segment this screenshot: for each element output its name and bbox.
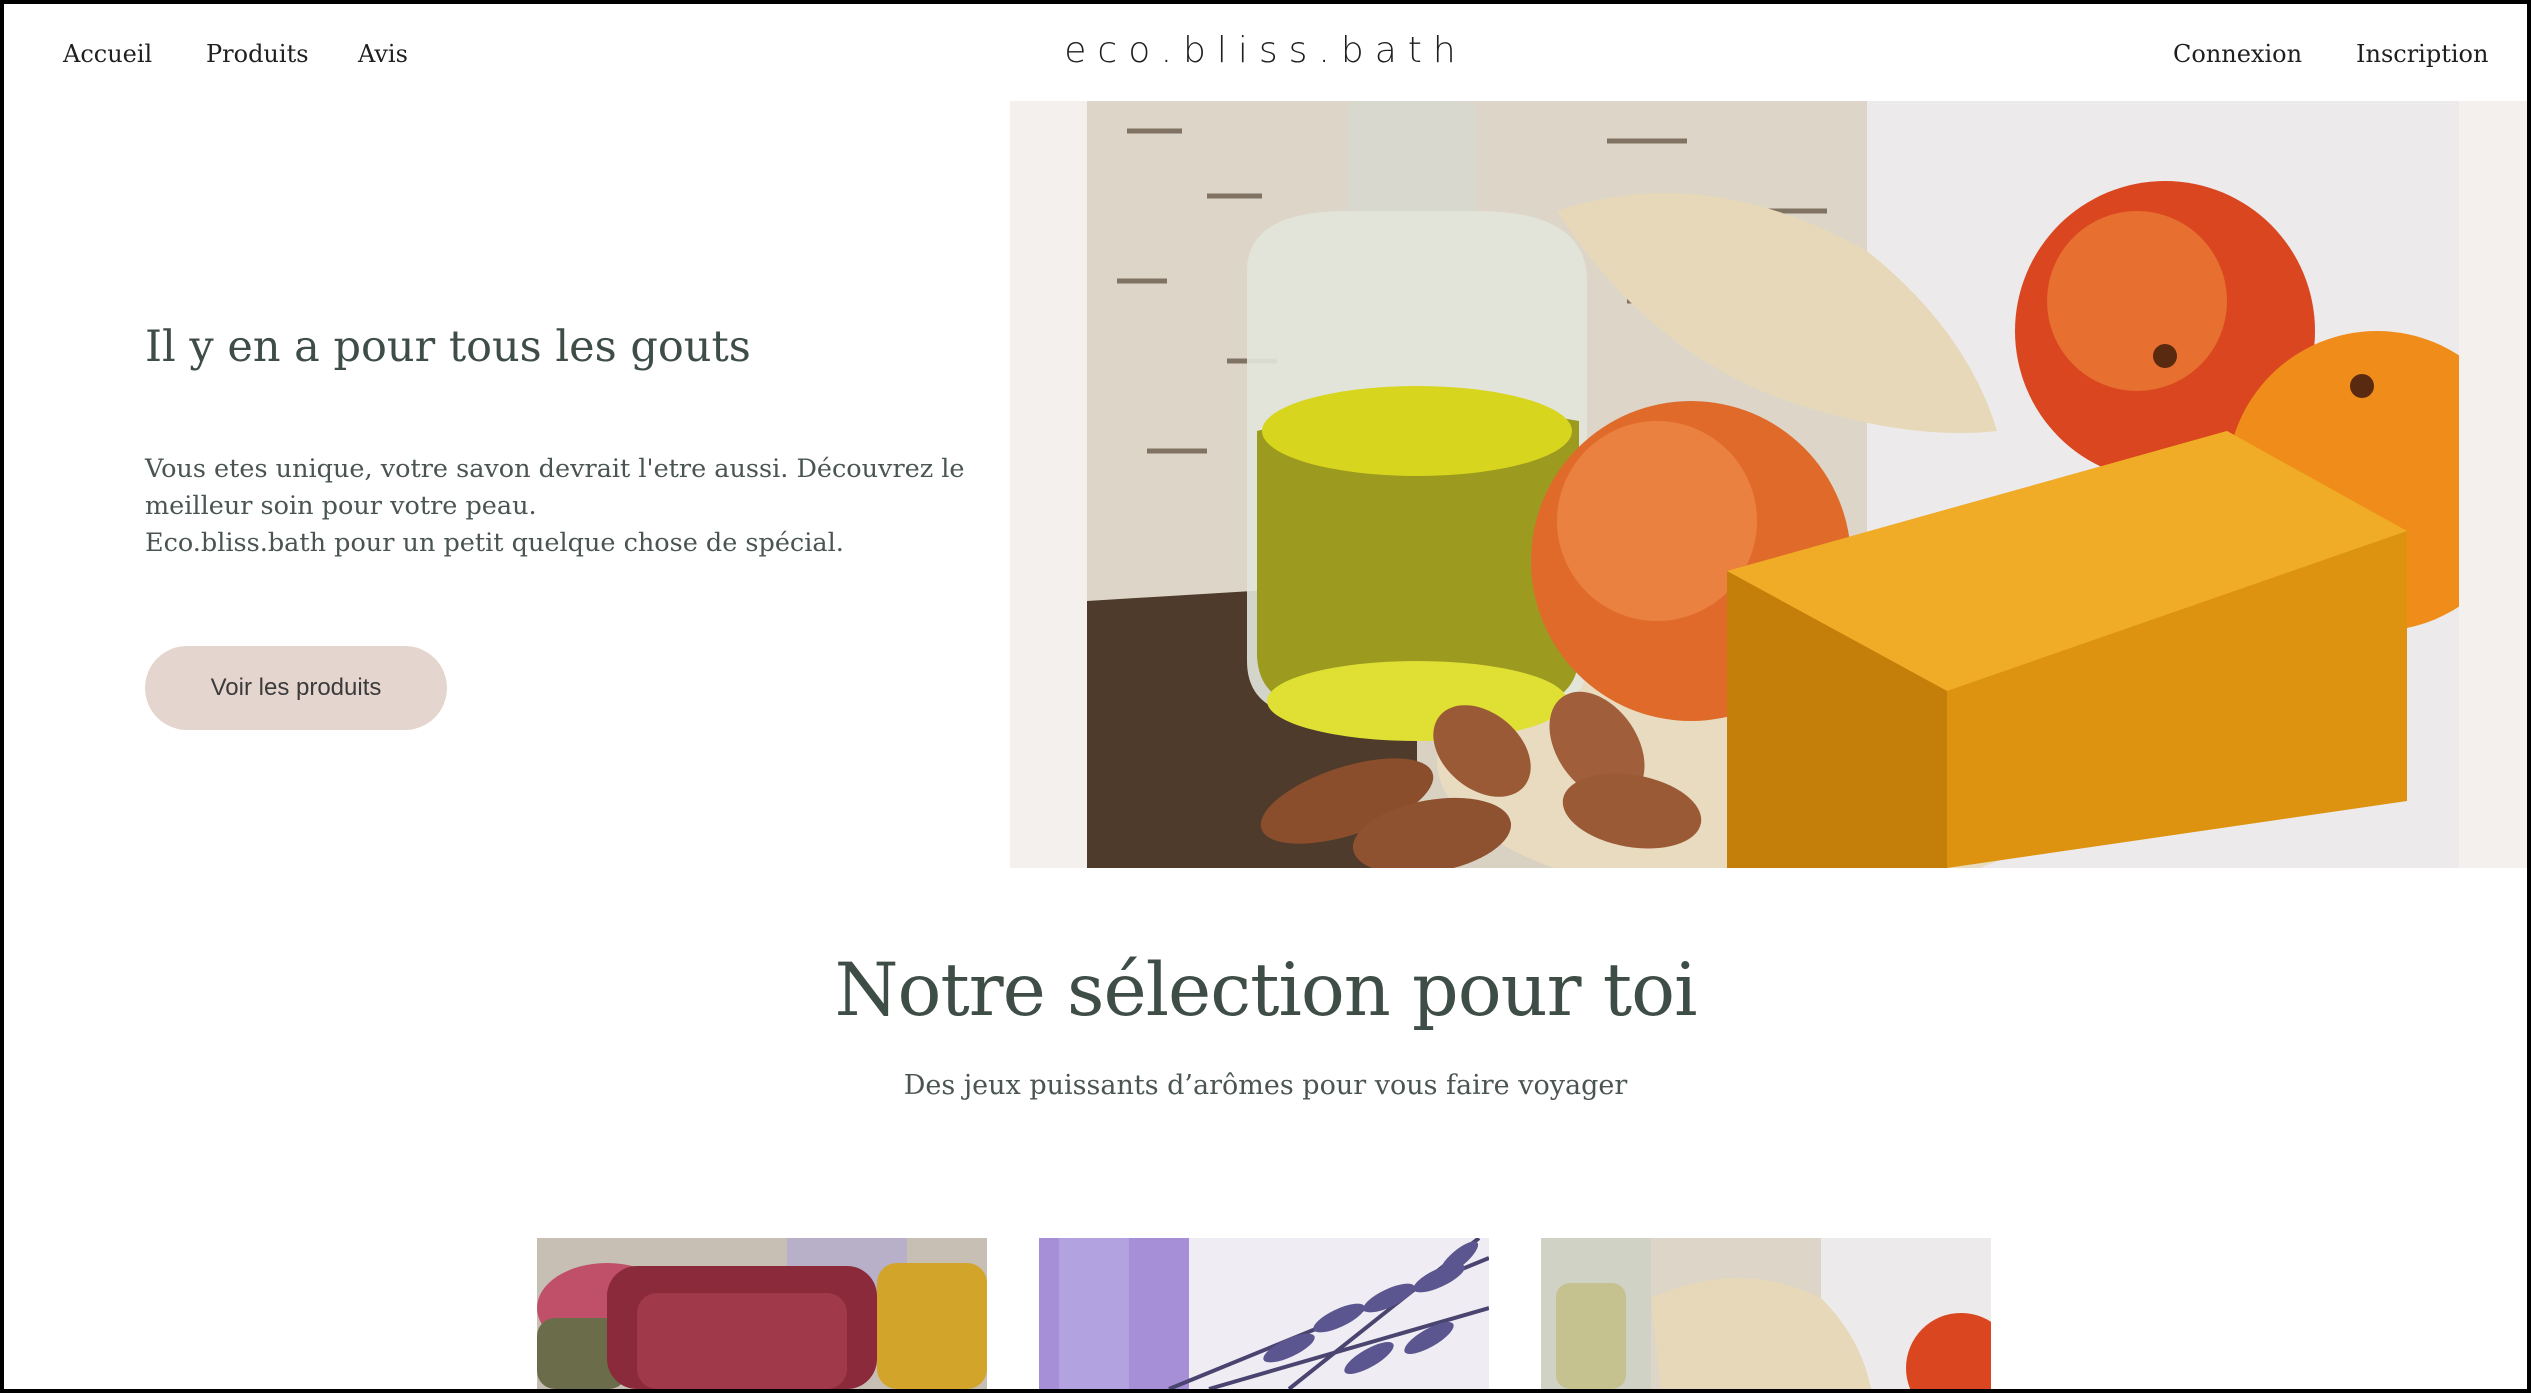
selection-subtitle: Des jeux puissants d’arômes pour vous fa… [903, 1070, 1628, 1101]
product-image-lavender [1039, 1238, 1489, 1389]
view-products-button[interactable]: Voir les produits [145, 646, 447, 730]
hero-product-image [1087, 101, 2459, 868]
hero-product-photo [1087, 101, 2459, 868]
page: Accueil Produits Avis eco.bliss.bath Con… [4, 4, 2527, 1389]
product-card-lavender[interactable] [1039, 1238, 1489, 1389]
product-image-oil [1541, 1238, 1991, 1389]
hero-description: Vous etes unique, votre savon devrait l'… [145, 451, 965, 562]
hero-text-line: Vous etes unique, votre savon devrait l'… [145, 454, 965, 484]
hero-text-line: meilleur soin pour votre peau. [145, 491, 537, 521]
hero-text-line: Eco.bliss.bath pour un petit quelque cho… [145, 528, 844, 558]
product-image-soaps [537, 1238, 987, 1389]
product-card-soaps[interactable] [537, 1238, 987, 1389]
nav-inscription[interactable]: Inscription [2356, 40, 2488, 68]
selection-title: Notre sélection pour toi [834, 948, 1698, 1033]
hero-title: Il y en a pour tous les gouts [145, 322, 751, 372]
brand-logo[interactable]: eco.bliss.bath [4, 30, 2527, 71]
nav-connexion[interactable]: Connexion [2173, 40, 2302, 68]
product-card-oil[interactable] [1541, 1238, 1991, 1389]
